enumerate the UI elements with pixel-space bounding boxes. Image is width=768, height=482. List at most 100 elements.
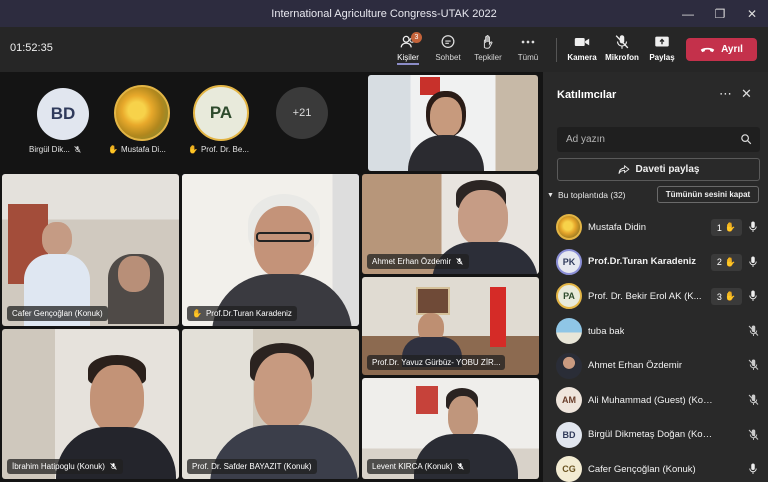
participant-avatar xyxy=(556,352,582,379)
reactions-label: Tepkiler xyxy=(474,53,502,62)
avatar-initials: AM xyxy=(562,395,576,406)
participant-row[interactable]: Mustafa Didin 1 ✋ xyxy=(543,210,768,245)
video-tile-1[interactable]: Cafer Gençoğlan (Konuk) xyxy=(2,174,179,326)
tile-name: Prof.Dr. Yavuz Gürbüz- YOBU ZİR... xyxy=(367,355,506,370)
video-feed xyxy=(2,329,179,479)
people-button[interactable]: 3 Kişiler xyxy=(388,32,428,69)
camera-label: Kamera xyxy=(567,53,597,62)
avatar-bd[interactable]: BD xyxy=(37,88,89,140)
hand-raised-badge: 2 ✋ xyxy=(711,253,742,271)
participant-row[interactable]: CG Cafer Gençoğlan (Konuk) xyxy=(543,452,768,482)
more-icon xyxy=(521,40,535,44)
participant-avatar: PK xyxy=(556,248,582,275)
tile-name: İbrahim Hatipoglu (Konuk) xyxy=(7,459,123,474)
tile-name-text: Cafer Gençoğlan (Konuk) xyxy=(12,309,103,318)
participant-name: Mustafa Didin xyxy=(588,221,647,233)
participant-name: Prof. Dr. Bekir Erol AK (K... xyxy=(588,290,702,302)
tile-name: Levent KIRCA (Konuk) xyxy=(367,459,471,474)
reactions-button[interactable]: Tepkiler xyxy=(468,33,508,69)
person-face xyxy=(458,190,508,246)
raise-hand-icon xyxy=(483,35,493,49)
avatar-initials: BD xyxy=(562,429,576,440)
mic-off-icon xyxy=(748,429,759,440)
avatar-initials: PA xyxy=(563,291,575,302)
in-meeting-header[interactable]: ▼ Bu toplantıda (32) xyxy=(547,190,626,200)
camera-button[interactable]: Kamera xyxy=(562,33,602,69)
participant-name: tuba bak xyxy=(588,325,625,337)
in-meeting-label: Bu toplantıda (32) xyxy=(557,190,626,200)
mute-all-label: Tümünün sesini kapat xyxy=(665,190,751,199)
chat-button[interactable]: Sohbet xyxy=(428,33,468,69)
participant-row[interactable]: BD Birgül Dikmetaş Doğan (Konuk) xyxy=(543,418,768,453)
share-invite-label: Daveti paylaş xyxy=(635,164,700,175)
share-invite-button[interactable]: Daveti paylaş xyxy=(557,158,760,181)
avatar-pa[interactable]: PA xyxy=(193,85,249,141)
participant-row[interactable]: AM Ali Muhammad (Guest) (Konuk) xyxy=(543,383,768,418)
participant-avatar: BD xyxy=(556,421,582,448)
participant-strip: BD Birgül Dik... ✋ Mustafa Di... PA ✋ Pr… xyxy=(0,72,362,172)
hand-icon: ✋ xyxy=(188,145,198,154)
person-face xyxy=(90,365,144,433)
strip-name-text: Prof. Dr. Be... xyxy=(200,145,249,154)
leave-button[interactable]: Ayrıl xyxy=(686,38,757,61)
person-body xyxy=(408,135,484,171)
participant-row[interactable]: Ahmet Erhan Özdemir xyxy=(543,348,768,383)
person-face xyxy=(254,353,312,429)
participant-row[interactable]: PA Prof. Dr. Bekir Erol AK (K... 3 ✋ xyxy=(543,279,768,314)
window-controls: — ❐ ✕ xyxy=(672,0,768,27)
restore-icon[interactable]: ❐ xyxy=(704,0,736,27)
person-face xyxy=(42,222,72,256)
avatar-initials: BD xyxy=(50,104,76,123)
hand-icon: ✋ xyxy=(724,222,737,232)
participant-name: Ali Muhammad (Guest) (Konuk) xyxy=(588,394,713,406)
video-feed xyxy=(2,174,179,326)
search-input[interactable] xyxy=(566,134,736,145)
mute-all-button[interactable]: Tümünün sesini kapat xyxy=(657,186,759,203)
minimize-icon[interactable]: — xyxy=(672,0,704,27)
video-tile-2[interactable]: ✋ Prof.Dr.Turan Karadeniz xyxy=(182,174,359,326)
chat-label: Sohbet xyxy=(435,53,461,62)
strip-name-text: Mustafa Di... xyxy=(120,145,166,154)
mic-off-icon xyxy=(456,258,463,265)
microphone-button[interactable]: Mikrofon xyxy=(602,33,642,69)
leave-label: Ayrıl xyxy=(721,44,743,55)
video-tile-5[interactable]: İbrahim Hatipoglu (Konuk) xyxy=(2,329,179,479)
more-button[interactable]: Tümü xyxy=(508,33,548,69)
panel-title: Katılımcılar xyxy=(557,89,617,101)
video-feed xyxy=(182,329,359,479)
tile-name: Prof. Dr. Safder BAYAZIT (Konuk) xyxy=(187,459,317,474)
more-options-icon[interactable]: ⋯ xyxy=(719,86,732,102)
video-feed xyxy=(182,174,359,326)
video-tile-6[interactable]: Prof. Dr. Safder BAYAZIT (Konuk) xyxy=(182,329,359,479)
video-tile-4[interactable]: Prof.Dr. Yavuz Gürbüz- YOBU ZİR... xyxy=(362,277,539,375)
participant-row[interactable]: PK Prof.Dr.Turan Karadeniz 2 ✋ xyxy=(543,245,768,280)
hand-order: 1 xyxy=(716,222,722,233)
hand-icon: ✋ xyxy=(724,256,737,267)
mic-on-icon xyxy=(749,256,757,267)
tile-name-text: İbrahim Hatipoglu (Konuk) xyxy=(12,462,105,471)
close-panel-icon[interactable]: ✕ xyxy=(741,86,752,102)
more-participants[interactable]: +21 xyxy=(276,87,328,139)
participant-row[interactable]: tuba bak xyxy=(543,314,768,349)
participant-avatar xyxy=(556,318,582,345)
participant-search[interactable] xyxy=(557,127,760,152)
hand-raised-badge: 3 ✋ xyxy=(711,288,742,306)
mic-off-icon xyxy=(748,394,759,405)
hang-up-icon xyxy=(700,47,715,53)
share-screen-icon xyxy=(655,36,669,47)
toolbar-divider xyxy=(556,38,557,62)
strip-name-text: Birgül Dik... xyxy=(29,145,70,154)
share-icon xyxy=(617,164,630,174)
hand-order: 3 xyxy=(716,291,722,302)
avatar-tulip[interactable] xyxy=(114,85,170,141)
video-tile-7[interactable]: Levent KIRCA (Konuk) xyxy=(362,378,539,479)
video-tile-3[interactable]: Ahmet Erhan Özdemir xyxy=(362,174,539,274)
video-feed xyxy=(368,75,538,171)
tile-name-text: Prof. Dr. Safder BAYAZIT (Konuk) xyxy=(192,462,312,471)
close-window-icon[interactable]: ✕ xyxy=(736,0,768,27)
mic-off-icon xyxy=(748,325,759,336)
search-icon[interactable] xyxy=(740,133,752,145)
share-label: Paylaş xyxy=(649,53,675,62)
video-tile-woman[interactable] xyxy=(368,75,538,171)
share-screen-button[interactable]: Paylaş xyxy=(642,33,682,69)
